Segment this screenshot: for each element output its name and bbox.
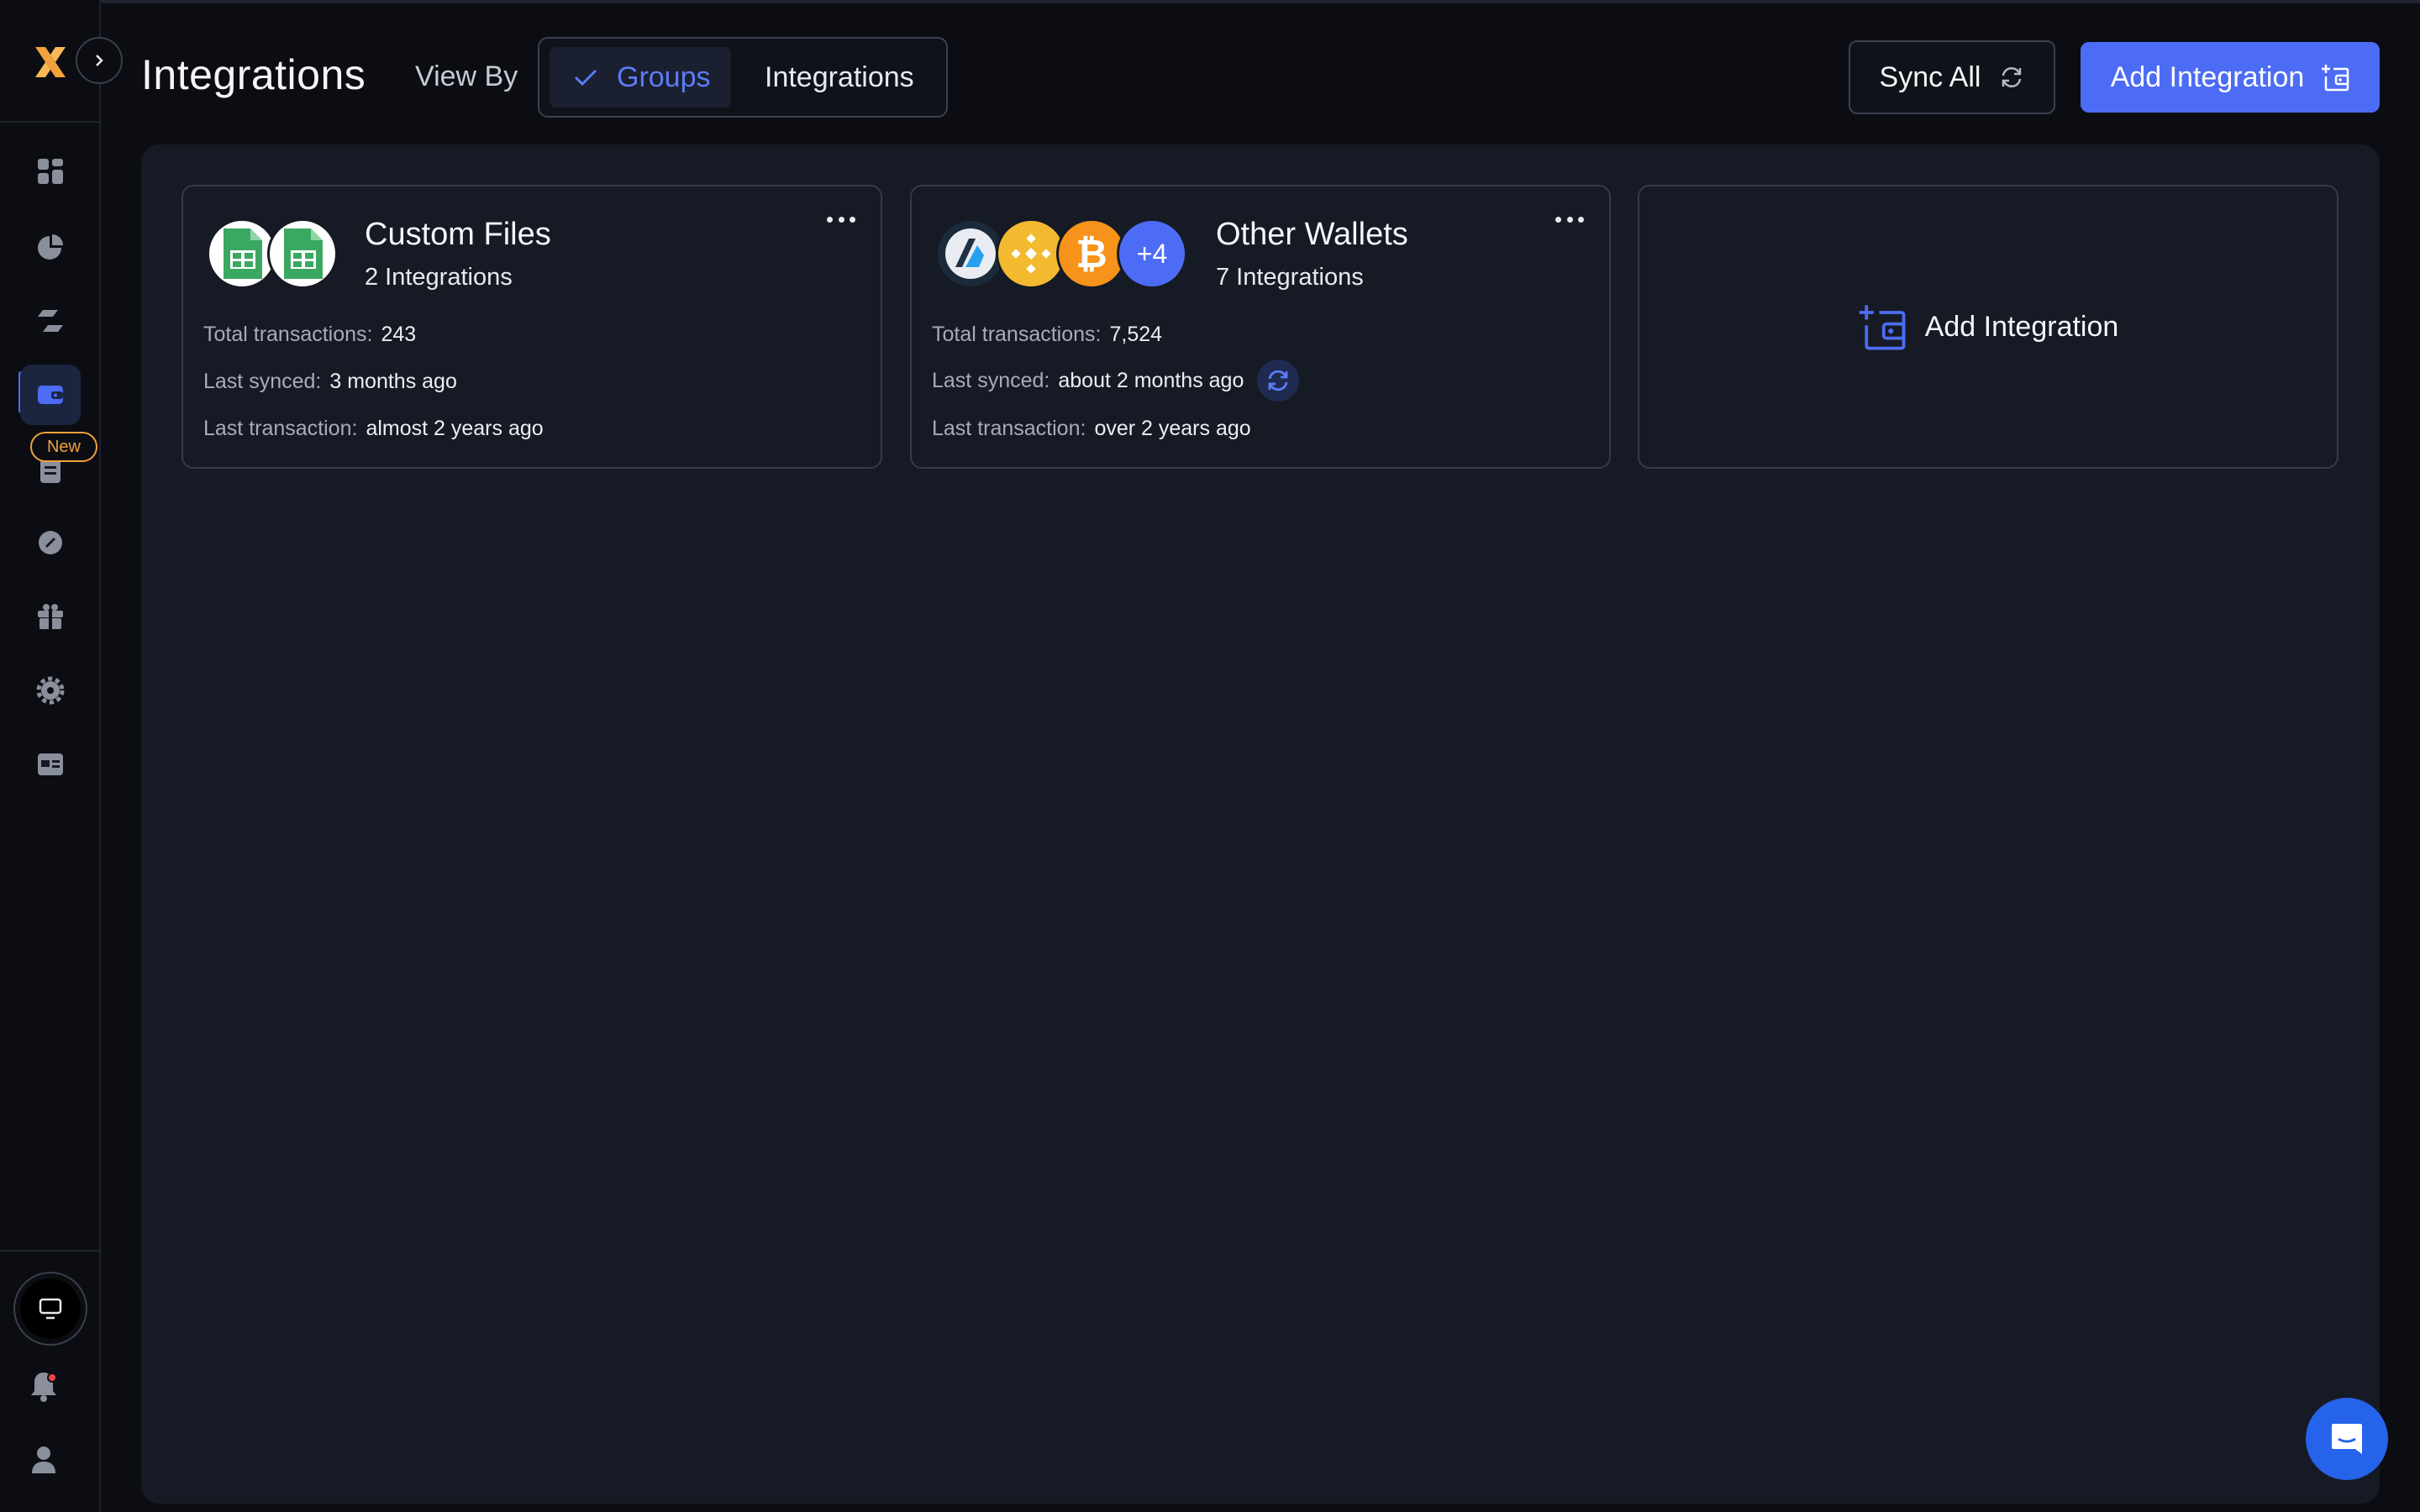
view-integrations-label: Integrations: [765, 60, 914, 93]
add-integration-label: Add Integration: [2110, 60, 2305, 93]
svg-text:₿: ₿: [1076, 231, 1107, 276]
stat-last-synced: Last synced: 3 months ago: [203, 370, 457, 393]
pie-chart-icon: [38, 234, 63, 260]
sidebar-divider: [0, 121, 101, 123]
dashboard-icon: [38, 159, 63, 184]
wallet-icon: [38, 386, 63, 404]
more-integrations-count: +4: [1117, 218, 1187, 289]
sidebar: New: [0, 0, 101, 1512]
view-groups-option[interactable]: Groups: [550, 47, 731, 108]
sidebar-item-integrations[interactable]: [20, 365, 81, 425]
sidebar-item-transactions[interactable]: [20, 291, 81, 351]
card-subtitle: 7 Integrations: [1216, 264, 1364, 291]
sidebar-item-settings[interactable]: [20, 660, 81, 721]
page-title: Integrations: [141, 51, 366, 98]
stat-last-transaction: Last transaction: over 2 years ago: [932, 417, 1251, 440]
notification-dot: [47, 1373, 57, 1383]
integration-group-card[interactable]: Custom Files 2 Integrations Total transa…: [182, 185, 882, 469]
new-badge: New: [30, 432, 97, 462]
sidebar-divider-bottom: [0, 1250, 101, 1252]
view-by-label: View By: [415, 60, 518, 92]
sidebar-item-dashboard[interactable]: [20, 141, 81, 202]
sync-all-button[interactable]: Sync All: [1849, 40, 2055, 114]
sidebar-item-tags[interactable]: [20, 512, 81, 573]
add-integration-button[interactable]: Add Integration: [2081, 42, 2380, 113]
view-integrations-option[interactable]: Integrations: [765, 47, 914, 108]
app-logo[interactable]: [32, 44, 69, 81]
check-icon: [574, 69, 597, 87]
sync-icon: [1268, 370, 1288, 391]
more-options-icon[interactable]: [1555, 217, 1584, 227]
stat-last-synced: Last synced: about 2 months ago: [932, 360, 1300, 402]
top-border: [0, 0, 2420, 3]
support-chat-button[interactable]: [2306, 1398, 2388, 1480]
transfer-icon: [38, 310, 63, 332]
stat-total-transactions: Total transactions: 7,524: [932, 323, 1163, 346]
sync-icon: [2002, 67, 2022, 87]
more-options-icon[interactable]: [827, 217, 855, 227]
card-title: Other Wallets: [1216, 217, 1408, 252]
chevron-right-icon: [96, 55, 103, 66]
sidebar-item-portfolio[interactable]: [20, 217, 81, 277]
view-groups-label: Groups: [617, 60, 711, 93]
card-title: Custom Files: [365, 217, 551, 252]
chat-icon: [2332, 1424, 2362, 1454]
settings-icon: [36, 676, 65, 705]
sidebar-collapse-button[interactable]: [76, 37, 123, 84]
display-mode-button[interactable]: [13, 1272, 87, 1346]
add-wallet-icon: [2322, 65, 2349, 92]
add-integration-card[interactable]: Add Integration: [1638, 185, 2338, 469]
gift-icon: [38, 604, 63, 629]
card-icon: [38, 753, 63, 775]
add-integration-card-label: Add Integration: [1924, 310, 2119, 343]
sidebar-item-rewards[interactable]: [20, 586, 81, 647]
monitor-icon: [39, 1298, 62, 1320]
view-by-toggle: Groups Integrations: [538, 37, 948, 118]
integration-group-card[interactable]: ₿ +4 Other Wallets 7 Integrations Total …: [910, 185, 1611, 469]
stat-total-transactions: Total transactions: 243: [203, 323, 417, 346]
google-sheets-icon: [267, 218, 338, 289]
stat-last-transaction: Last transaction: almost 2 years ago: [203, 417, 544, 440]
tag-icon: [39, 531, 62, 554]
sync-all-label: Sync All: [1879, 60, 1981, 93]
card-subtitle: 2 Integrations: [365, 264, 513, 291]
add-wallet-icon: [1859, 305, 1906, 350]
user-profile-icon[interactable]: [30, 1445, 57, 1475]
sync-group-button[interactable]: [1257, 360, 1300, 402]
sidebar-item-billing[interactable]: [20, 734, 81, 795]
